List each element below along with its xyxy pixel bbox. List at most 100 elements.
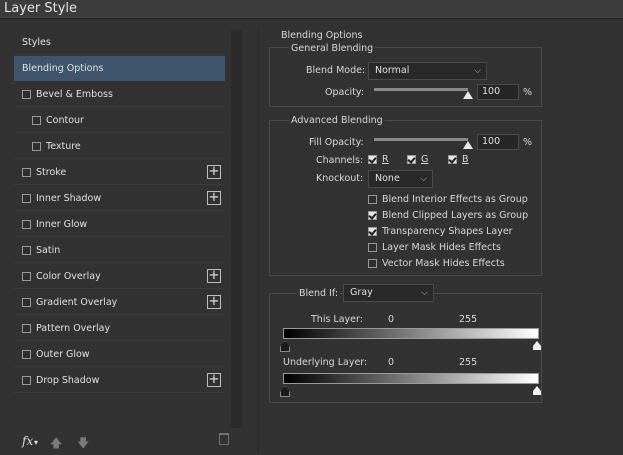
move-down-icon[interactable]: 🡇 xyxy=(77,434,89,455)
sidebar-item-checkbox[interactable] xyxy=(22,245,31,255)
sidebar-item[interactable]: Contour xyxy=(14,108,225,133)
this-layer-min: 0 xyxy=(388,314,395,325)
add-effect-plus-icon[interactable]: + xyxy=(207,165,221,179)
this-layer-gradient xyxy=(283,328,539,339)
window-title: Layer Style xyxy=(4,1,78,16)
sidebar-item[interactable]: Color Overlay + xyxy=(14,264,225,289)
channel-checkbox[interactable] xyxy=(368,155,377,164)
channel-checkbox[interactable] xyxy=(407,155,416,164)
advanced-option-checkbox[interactable] xyxy=(368,195,377,204)
channel-label: R xyxy=(382,154,389,165)
sidebar-item[interactable]: Stroke + xyxy=(14,160,225,185)
panel-divider xyxy=(258,30,259,453)
styles-list: Styles Blending Options Bevel & Emboss Cont… xyxy=(14,30,226,428)
chevron-down-icon: ⌵ xyxy=(421,288,428,298)
sidebar-item-label: Color Overlay xyxy=(36,270,101,282)
sidebar-item-label: Texture xyxy=(46,140,81,152)
sidebar-item-checkbox[interactable] xyxy=(22,349,31,359)
sidebar-item-label: Inner Shadow xyxy=(36,192,102,204)
styles-list-scrollbar[interactable] xyxy=(231,30,242,428)
underlying-layer-min: 0 xyxy=(388,357,395,368)
sidebar-item[interactable]: Inner Glow xyxy=(14,212,225,237)
blend-if-value: Gray xyxy=(350,287,373,298)
sidebar-item-label: Stroke xyxy=(36,166,67,178)
advanced-option-checkbox[interactable] xyxy=(368,227,377,236)
sidebar-item-label: Satin xyxy=(36,244,61,256)
sidebar-item-label: Pattern Overlay xyxy=(36,322,111,334)
sidebar-item[interactable]: Drop Shadow + xyxy=(14,368,225,393)
add-effect-plus-icon[interactable]: + xyxy=(207,269,221,283)
opacity-slider-thumb[interactable] xyxy=(463,91,473,99)
blend-if-select[interactable]: Gray ⌵ xyxy=(343,284,434,302)
sidebar-item-checkbox[interactable] xyxy=(22,375,31,385)
underlying-layer-max: 255 xyxy=(459,357,478,368)
sidebar-item-label: Blending Options xyxy=(22,62,104,74)
title-bar: Layer Style xyxy=(0,0,623,19)
sidebar-item[interactable]: Blending Options xyxy=(14,56,225,81)
section-title: Blending Options xyxy=(281,30,363,41)
sidebar-item-checkbox[interactable] xyxy=(32,141,41,151)
blend-mode-value: Normal xyxy=(375,65,410,76)
advanced-option-label: Blend Interior Effects as Group xyxy=(382,194,528,205)
opacity-input[interactable]: 100 xyxy=(477,84,519,100)
knockout-value: None xyxy=(375,173,400,184)
blend-mode-select[interactable]: Normal ⌵ xyxy=(368,62,487,80)
sidebar-item[interactable]: Styles xyxy=(14,30,225,55)
blend-if-label: Blend If: xyxy=(297,288,341,299)
sidebar-item-label: Outer Glow xyxy=(36,348,90,360)
advanced-option-checkbox[interactable] xyxy=(368,243,377,252)
opacity-unit: % xyxy=(523,87,533,98)
sidebar-item-label: Drop Shadow xyxy=(36,374,100,386)
blend-mode-label: Blend Mode: xyxy=(306,65,366,76)
fill-opacity-label: Fill Opacity: xyxy=(309,137,364,148)
fill-opacity-unit: % xyxy=(523,137,533,148)
advanced-option-label: Blend Clipped Layers as Group xyxy=(382,210,529,221)
sidebar-item-checkbox[interactable] xyxy=(32,115,41,125)
chevron-down-icon: ⌵ xyxy=(474,66,481,76)
advanced-blending-title: Advanced Blending xyxy=(289,115,385,126)
sidebar-item-checkbox[interactable] xyxy=(22,219,31,229)
advanced-option-checkbox[interactable] xyxy=(368,211,377,220)
advanced-option-label: Vector Mask Hides Effects xyxy=(382,258,505,269)
channel-label: B xyxy=(462,154,469,165)
sidebar-item[interactable]: Satin xyxy=(14,238,225,263)
opacity-label: Opacity: xyxy=(325,87,365,98)
sidebar-item-label: Bevel & Emboss xyxy=(36,88,113,100)
sidebar-item-label: Inner Glow xyxy=(36,218,88,230)
sidebar-item-checkbox[interactable] xyxy=(22,271,31,281)
sidebar-item-checkbox[interactable] xyxy=(22,167,31,177)
fx-dropdown-indicator[interactable]: ▾ xyxy=(34,438,38,447)
sidebar-item-checkbox[interactable] xyxy=(22,193,31,203)
fx-button[interactable]: fx xyxy=(22,434,33,448)
sidebar-item[interactable]: Bevel & Emboss xyxy=(14,82,225,107)
add-effect-plus-icon[interactable]: + xyxy=(207,191,221,205)
knockout-label: Knockout: xyxy=(316,173,364,184)
channel-checkbox[interactable] xyxy=(448,155,457,164)
fill-opacity-slider-thumb[interactable] xyxy=(463,141,473,149)
trash-icon[interactable] xyxy=(219,433,229,445)
advanced-option-checkbox[interactable] xyxy=(368,259,377,268)
knockout-select[interactable]: None ⌵ xyxy=(368,170,433,188)
sidebar-item-checkbox[interactable] xyxy=(22,323,31,333)
channels-label: Channels: xyxy=(316,155,364,166)
sidebar-item-label: Gradient Overlay xyxy=(36,296,118,308)
move-up-icon[interactable]: 🡅 xyxy=(50,434,62,455)
sidebar-item[interactable]: Inner Shadow + xyxy=(14,186,225,211)
add-effect-plus-icon[interactable]: + xyxy=(207,373,221,387)
sidebar-item[interactable]: Pattern Overlay xyxy=(14,316,225,341)
sidebar-item-label: Contour xyxy=(46,114,84,126)
sidebar-item[interactable]: Outer Glow xyxy=(14,342,225,367)
fill-opacity-slider-track[interactable] xyxy=(374,138,468,141)
sidebar-item-checkbox[interactable] xyxy=(22,297,31,307)
opacity-slider-track[interactable] xyxy=(374,88,468,91)
sidebar-item[interactable]: Gradient Overlay + xyxy=(14,290,225,315)
fill-opacity-input[interactable]: 100 xyxy=(477,134,519,150)
channel-label: G xyxy=(421,154,429,165)
sidebar-item[interactable]: Texture xyxy=(14,134,225,159)
add-effect-plus-icon[interactable]: + xyxy=(207,295,221,309)
underlying-layer-label: Underlying Layer: xyxy=(283,357,368,368)
sidebar-item-checkbox[interactable] xyxy=(22,89,31,99)
chevron-down-icon: ⌵ xyxy=(420,174,427,184)
blend-if-group xyxy=(269,293,542,403)
underlying-layer-gradient xyxy=(283,373,539,384)
